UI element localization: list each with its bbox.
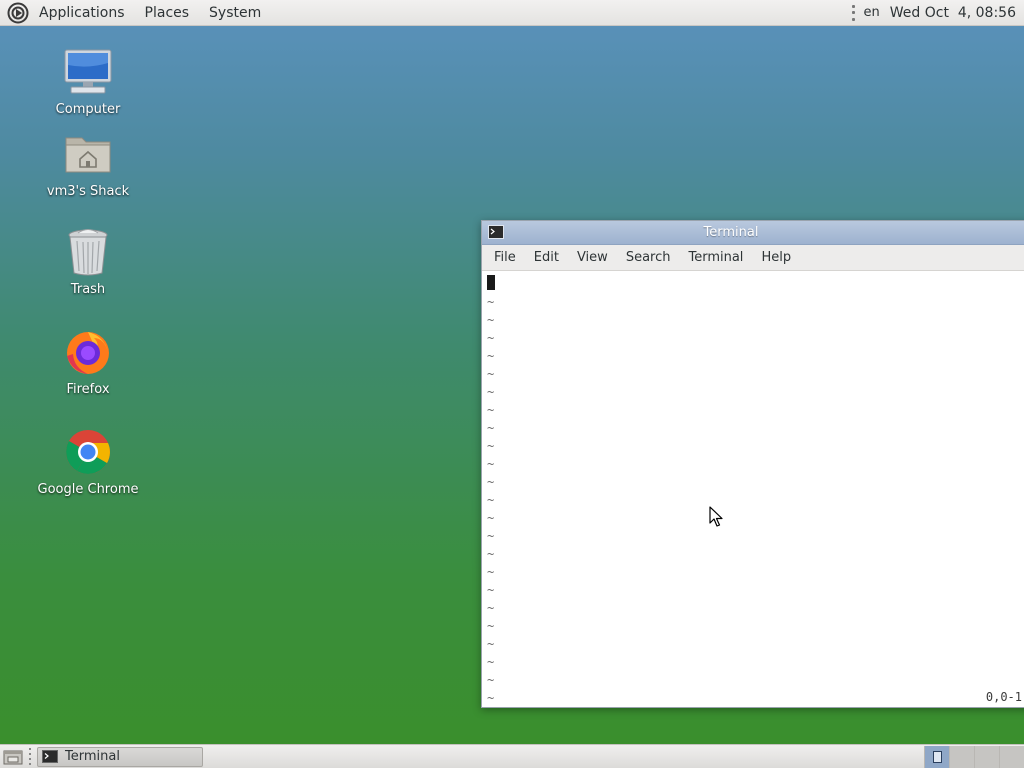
system-menu[interactable]: System — [199, 0, 271, 26]
workspace-3[interactable] — [974, 745, 999, 768]
empty-line-marker: ~ — [487, 583, 495, 597]
window-title: Terminal — [703, 225, 759, 240]
menu-terminal[interactable]: Terminal — [679, 245, 752, 271]
distro-logo-icon[interactable] — [7, 2, 29, 24]
empty-line-marker: ~ — [487, 691, 495, 705]
terminal-icon — [488, 225, 504, 239]
empty-line-marker: ~ — [487, 385, 495, 399]
terminal-titlebar[interactable]: Terminal — [482, 221, 1024, 245]
menu-file[interactable]: File — [482, 245, 525, 271]
terminal-icon — [42, 750, 58, 763]
empty-line-marker: ~ — [487, 313, 495, 327]
places-menu[interactable]: Places — [135, 0, 200, 26]
empty-line-marker: ~ — [487, 565, 495, 579]
workspace-1[interactable] — [924, 745, 949, 768]
empty-line-marker: ~ — [487, 529, 495, 543]
empty-line-marker: ~ — [487, 349, 495, 363]
workspace-switcher — [924, 745, 1024, 768]
empty-line-marker: ~ — [487, 601, 495, 615]
terminal-window[interactable]: Terminal File Edit View Search Terminal … — [481, 220, 1024, 708]
empty-line-marker: ~ — [487, 511, 495, 525]
empty-line-marker: ~ — [487, 439, 495, 453]
desktop-icon-home[interactable]: vm3's Shack — [28, 128, 148, 199]
cursor-position-ruler: 0,0-1 — [985, 690, 1022, 704]
chrome-icon — [62, 426, 114, 478]
terminal-menubar: File Edit View Search Terminal Help — [482, 245, 1024, 271]
bottom-panel: Terminal — [0, 744, 1024, 768]
computer-icon — [62, 46, 114, 98]
empty-line-marker: ~ — [487, 637, 495, 651]
workspace-4[interactable] — [999, 745, 1024, 768]
empty-line-marker: ~ — [487, 655, 495, 669]
empty-line-marker: ~ — [487, 475, 495, 489]
show-desktop-button[interactable] — [1, 746, 25, 768]
empty-line-marker: ~ — [487, 421, 495, 435]
empty-line-marker: ~ — [487, 493, 495, 507]
desktop-icon-label: vm3's Shack — [46, 184, 130, 199]
taskbar-item-label: Terminal — [65, 749, 120, 764]
home-folder-icon — [62, 128, 114, 180]
text-cursor — [487, 275, 495, 290]
clock[interactable]: Wed Oct 4, 08:56 — [890, 5, 1016, 21]
panel-separator — [27, 747, 33, 766]
trash-icon — [62, 226, 114, 278]
desktop-icon-label: Computer — [55, 102, 121, 117]
desktop-icon-label: Trash — [70, 282, 106, 297]
empty-line-marker: ~ — [487, 547, 495, 561]
menu-edit[interactable]: Edit — [525, 245, 568, 271]
panel-handle-icon[interactable] — [851, 4, 856, 21]
menu-search[interactable]: Search — [617, 245, 680, 271]
empty-line-marker: ~ — [487, 331, 495, 345]
desktop-icon-computer[interactable]: Computer — [28, 46, 148, 117]
top-panel: Applications Places System en Wed Oct 4,… — [0, 0, 1024, 26]
empty-line-marker: ~ — [487, 673, 495, 687]
empty-line-marker: ~ — [487, 403, 495, 417]
mouse-pointer-icon — [709, 506, 723, 527]
show-desktop-icon — [3, 750, 23, 764]
desktop-icon-trash[interactable]: Trash — [28, 226, 148, 297]
desktop-icon-label: Firefox — [66, 382, 110, 397]
terminal-content[interactable]: ~ ~ ~ ~ ~ ~ ~ ~ ~ ~ ~ ~ ~ ~ ~ ~ ~ ~ ~ ~ ~ ~ ~ 0,0-1 — [482, 271, 1024, 707]
empty-line-marker: ~ — [487, 619, 495, 633]
empty-line-marker: ~ — [487, 295, 495, 309]
keyboard-layout-indicator[interactable]: en — [864, 5, 880, 20]
empty-line-markers: ~ ~ ~ ~ ~ ~ ~ ~ ~ ~ ~ ~ ~ ~ ~ ~ ~ ~ ~ ~ ~ ~ ~ — [487, 293, 494, 707]
taskbar-item-terminal[interactable]: Terminal — [37, 746, 203, 767]
desktop-icon-chrome[interactable]: Google Chrome — [28, 426, 148, 497]
workspace-2[interactable] — [949, 745, 974, 768]
empty-line-marker: ~ — [487, 457, 495, 471]
desktop-icon-label: Google Chrome — [37, 482, 139, 497]
empty-line-marker: ~ — [487, 367, 495, 381]
menu-help[interactable]: Help — [752, 245, 800, 271]
firefox-icon — [62, 326, 114, 378]
menu-view[interactable]: View — [568, 245, 617, 271]
applications-menu[interactable]: Applications — [29, 0, 135, 26]
desktop-icon-firefox[interactable]: Firefox — [28, 326, 148, 397]
